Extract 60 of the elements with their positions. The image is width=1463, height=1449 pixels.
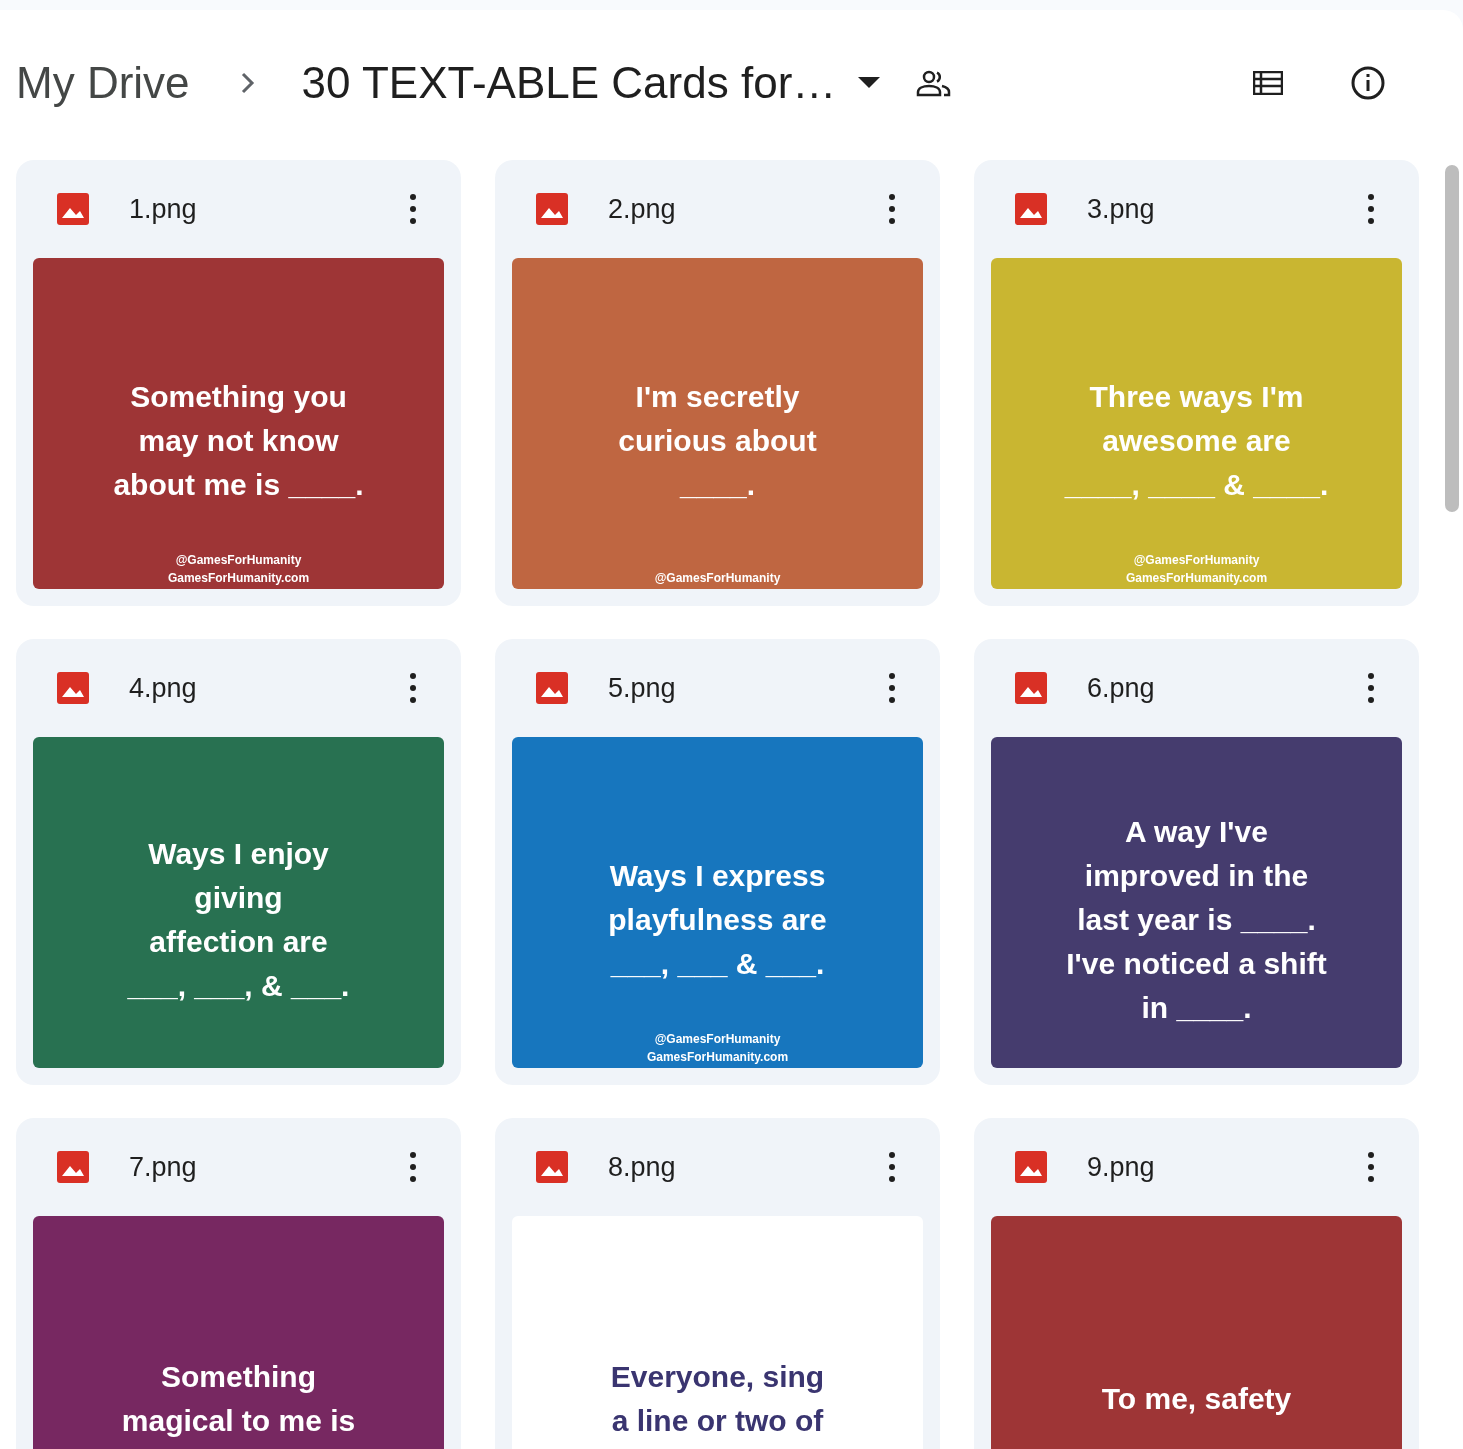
- more-vert-icon: [1368, 1152, 1374, 1182]
- file-name: 8.png: [608, 1150, 677, 1184]
- file-name: 4.png: [129, 671, 198, 705]
- card-text: Three ways I'm awesome are ____, ____ & ____.: [1064, 379, 1329, 503]
- more-vert-icon: [410, 673, 416, 703]
- file-name: 5.png: [608, 671, 677, 705]
- card-text: A way I've improved in the last year is ____. I've noticed a shift in ____.: [1066, 814, 1327, 1026]
- more-vert-icon: [1368, 194, 1374, 224]
- file-name: 7.png: [129, 1150, 198, 1184]
- card-text: I'm secretly curious about ____.: [618, 379, 817, 503]
- list-icon: [1253, 70, 1283, 95]
- image-file-icon: [57, 1151, 89, 1183]
- credit-text: @GamesForHumanity: [653, 570, 782, 587]
- image-file-icon: [536, 672, 568, 704]
- image-file-icon: [536, 193, 568, 225]
- image-file-icon: [1015, 672, 1047, 704]
- folder-title[interactable]: 30 TEXT-ABLE Cards for…: [301, 49, 837, 116]
- card-text: Ways I express playfulness are ___, ___ & ___.: [608, 858, 827, 982]
- card-text: Something magical to me is: [121, 1359, 356, 1439]
- file-card[interactable]: 7.png Something magical to me is: [16, 1118, 461, 1449]
- more-vert-icon: [1368, 673, 1374, 703]
- scrollbar[interactable]: [1445, 165, 1459, 512]
- file-card[interactable]: 5.png Ways I express playfulness are ___, ___ & ___. @GamesForHumanity GamesForHumanity.com: [495, 639, 940, 1085]
- card-text: Ways I enjoy giving affection are ___, ___, & ___.: [127, 836, 350, 1004]
- more-vert-icon: [410, 1152, 416, 1182]
- caret-icon: [858, 76, 881, 89]
- people-icon: [916, 68, 953, 97]
- file-card[interactable]: 9.png To me, safety: [974, 1118, 1419, 1449]
- file-card[interactable]: 1.png Something you may not know about me is ____. @GamesForHumanity GamesForHumanity.com: [16, 160, 461, 606]
- file-card[interactable]: 3.png Three ways I'm awesome are ____, ____ & ____. @GamesForHumanity GamesForHumanity.com: [974, 160, 1419, 606]
- file-name: 6.png: [1087, 671, 1156, 705]
- more-vert-icon: [410, 194, 416, 224]
- image-file-icon: [1015, 193, 1047, 225]
- file-card[interactable]: 2.png I'm secretly curious about ____. @GamesForHumanity: [495, 160, 940, 606]
- file-name: 3.png: [1087, 192, 1156, 226]
- image-file-icon: [57, 672, 89, 704]
- image-file-icon: [1015, 1151, 1047, 1183]
- more-vert-icon: [889, 194, 895, 224]
- credit-text: GamesForHumanity.com: [645, 1049, 790, 1066]
- file-name: 2.png: [608, 192, 677, 226]
- image-file-icon: [536, 1151, 568, 1183]
- more-vert-icon: [889, 673, 895, 703]
- info-icon: [1351, 65, 1385, 100]
- chevron-right-icon: [239, 70, 256, 95]
- credit-text: @GamesForHumanity: [1132, 552, 1261, 569]
- credit-text: @GamesForHumanity: [653, 1031, 782, 1048]
- file-card[interactable]: 4.png Ways I enjoy giving affection are ___, ___, & ___.: [16, 639, 461, 1085]
- more-vert-icon: [889, 1152, 895, 1182]
- image-file-icon: [57, 193, 89, 225]
- card-text: Something you may not know about me is ____.: [113, 379, 364, 503]
- card-text: Everyone, sing a line or two of: [610, 1359, 825, 1439]
- file-name: 1.png: [129, 192, 198, 226]
- credit-text: @GamesForHumanity: [174, 552, 303, 569]
- file-card[interactable]: 8.png Everyone, sing a line or two of: [495, 1118, 940, 1449]
- breadcrumb-link[interactable]: My Drive: [16, 49, 190, 116]
- card-text: To me, safety: [1101, 1381, 1292, 1417]
- credit-text: GamesForHumanity.com: [1124, 570, 1269, 587]
- file-card[interactable]: 6.png A way I've improved in the last year is ____. I've noticed a shift in ____.: [974, 639, 1419, 1085]
- credit-text: GamesForHumanity.com: [166, 570, 311, 587]
- file-name: 9.png: [1087, 1150, 1156, 1184]
